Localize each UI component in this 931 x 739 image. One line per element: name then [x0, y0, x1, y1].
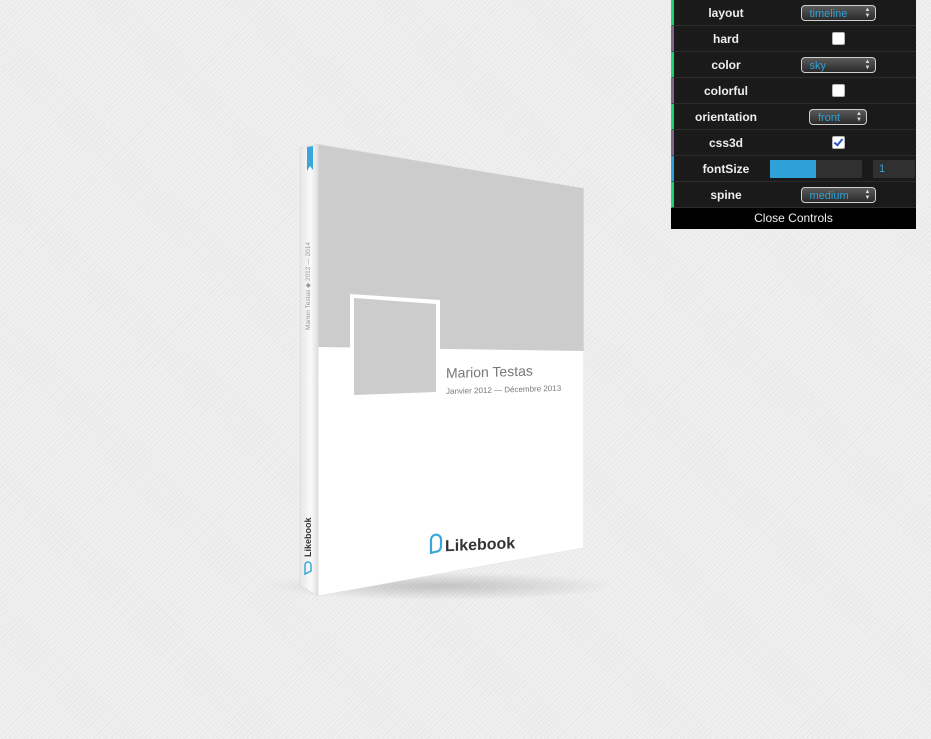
control-colorful: colorful: [671, 78, 916, 104]
color-value: sky: [809, 59, 827, 72]
control-layout: layout timeline ▲ ▼: [671, 0, 916, 26]
control-css3d: css3d: [671, 130, 916, 156]
css3d-label: css3d: [708, 135, 744, 150]
close-controls-button[interactable]: Close Controls: [671, 208, 916, 229]
spine-title: Marion Testas ◆ 2012 — 2014: [305, 242, 312, 330]
fontsize-slider[interactable]: [770, 160, 862, 178]
control-color: color sky ▲ ▼: [671, 52, 916, 78]
layout-label: layout: [708, 5, 744, 20]
select-arrows-icon: ▲ ▼: [864, 188, 871, 201]
spine-value: medium: [809, 189, 849, 202]
control-orientation: orientation front ▲ ▼: [671, 104, 916, 130]
orientation-select[interactable]: front ▲ ▼: [809, 108, 867, 125]
css3d-checkbox[interactable]: [831, 136, 845, 149]
photo-placeholder: [354, 298, 436, 395]
hard-label: hard: [712, 31, 739, 46]
select-arrows-icon: ▲ ▼: [864, 6, 871, 19]
layout-value: timeline: [809, 7, 848, 20]
fontsize-input[interactable]: 1: [873, 160, 915, 178]
colorful-checkbox[interactable]: [831, 84, 845, 97]
fontsize-label: fontSize: [702, 161, 750, 176]
controls-panel: layout timeline ▲ ▼ hard color sky ▲ ▼ col…: [671, 0, 916, 229]
colorful-label: colorful: [704, 83, 748, 98]
book-title: Marion Testas: [446, 363, 533, 381]
layout-select[interactable]: timeline ▲ ▼: [800, 4, 876, 21]
fontsize-slider-fill: [770, 160, 816, 178]
select-arrows-icon: ▲ ▼: [864, 58, 871, 71]
select-arrows-icon: ▲ ▼: [856, 110, 862, 123]
orientation-label: orientation: [695, 109, 757, 124]
control-fontsize: fontSize 1: [671, 156, 916, 182]
hard-checkbox[interactable]: [831, 32, 845, 45]
color-label: color: [711, 57, 741, 72]
spine-label: spine: [710, 187, 742, 202]
spine-select[interactable]: medium ▲ ▼: [800, 186, 876, 203]
cover-brand: Likebook: [445, 535, 515, 555]
color-select[interactable]: sky ▲ ▼: [800, 56, 876, 73]
control-spine: spine medium ▲ ▼: [671, 182, 916, 208]
spine-brand: Likebook: [303, 516, 313, 557]
orientation-value: front: [818, 111, 841, 124]
control-hard: hard: [671, 26, 916, 52]
